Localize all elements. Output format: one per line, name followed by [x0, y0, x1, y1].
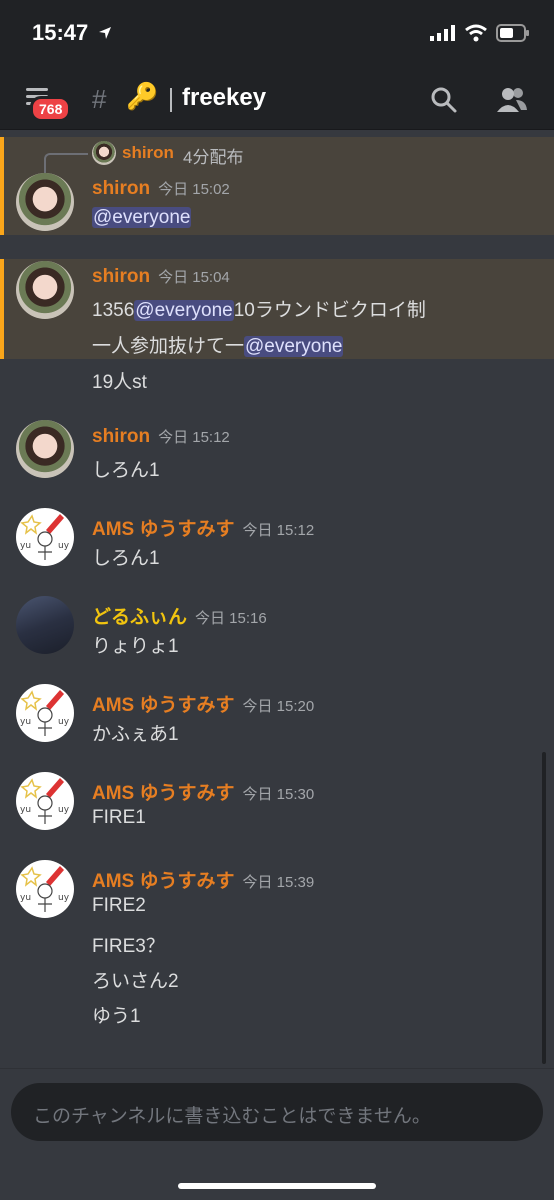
message-line: FIRE2	[92, 895, 146, 916]
message-line: しろん1	[92, 460, 160, 481]
timestamp: 今日 15:16	[195, 610, 267, 627]
ams-avatar-drawing: yu uy	[20, 514, 70, 560]
svg-text:yu: yu	[20, 541, 31, 551]
timestamp: 今日 15:30	[242, 786, 315, 803]
svg-text:uy: uy	[58, 893, 70, 903]
message-line: かふぇあ1	[92, 724, 179, 745]
status-bar: 15:47	[0, 0, 554, 70]
battery-icon	[496, 24, 529, 42]
mention[interactable]: @everyone	[244, 336, 344, 357]
message-header: shiron 今日 15:02	[92, 178, 230, 200]
message-line: ゆう1	[92, 1006, 141, 1027]
reply-avatar	[92, 141, 116, 165]
avatar[interactable]	[16, 173, 74, 231]
members-icon[interactable]	[496, 86, 528, 114]
reply-preview[interactable]: 4分配布	[183, 143, 243, 168]
message-line: りょりょ1	[92, 636, 179, 657]
scrollbar[interactable]	[542, 752, 546, 1064]
message-list[interactable]: shiron 4分配布 shiron 今日 15:02 @everyone shi…	[0, 131, 554, 1067]
message-line: FIRE1	[92, 807, 146, 828]
avatar[interactable]	[16, 596, 74, 654]
message-line: ろいさん2	[92, 971, 179, 992]
message-line: 一人参加抜けて一@everyone	[92, 331, 344, 358]
highlighted-message[interactable]	[0, 137, 554, 235]
timestamp: 今日 15:12	[158, 429, 230, 446]
message-header: shiron 今日 15:12	[92, 426, 230, 448]
message-header: shiron 今日 15:04	[92, 266, 230, 288]
avatar[interactable]: yu uy	[16, 860, 74, 918]
locked-channel-icon: #	[92, 84, 107, 114]
text: 一人参加抜けて一	[92, 336, 245, 357]
search-icon[interactable]	[430, 86, 458, 114]
avatar[interactable]: yu uy	[16, 772, 74, 830]
author-name[interactable]: shiron	[92, 266, 150, 287]
author-name[interactable]: AMS ゆうすみす	[92, 695, 235, 716]
message-header: AMS ゆうすみす 今日 15:20	[92, 690, 314, 717]
svg-text:uy: uy	[58, 805, 70, 815]
channel-name[interactable]: freekey	[182, 84, 266, 112]
message-header: AMS ゆうすみす 今日 15:12	[92, 514, 314, 541]
timestamp: 今日 15:39	[242, 874, 315, 891]
svg-text:yu: yu	[20, 893, 31, 903]
message-input[interactable]: このチャンネルに書き込むことはできません。	[11, 1083, 543, 1141]
svg-text:yu: yu	[20, 805, 31, 815]
channel-header: 768 # 🔑 freekey	[0, 70, 554, 130]
location-arrow-icon	[99, 27, 111, 39]
timestamp: 今日 15:12	[242, 522, 315, 539]
unread-badge: 768	[30, 96, 72, 122]
avatar[interactable]: yu uy	[16, 508, 74, 566]
text: 10ラウンドビクロイ制	[233, 300, 426, 321]
author-name[interactable]: shiron	[92, 426, 150, 447]
message-header: AMS ゆうすみす 今日 15:30	[92, 778, 314, 805]
author-name[interactable]: shiron	[92, 178, 150, 199]
channel-emoji: 🔑	[126, 82, 159, 112]
status-time: 15:47	[32, 20, 89, 45]
ams-avatar-drawing: yu uy	[20, 778, 70, 824]
message-line: @everyone	[92, 207, 192, 229]
message-header: どるふぃん 今日 15:16	[92, 602, 267, 629]
home-indicator[interactable]	[178, 1183, 376, 1189]
mention[interactable]: @everyone	[134, 300, 234, 321]
timestamp: 今日 15:04	[158, 269, 230, 286]
message-line: FIRE3？	[92, 936, 165, 957]
mention[interactable]: @everyone	[92, 207, 192, 228]
svg-text:yu: yu	[20, 717, 31, 727]
svg-text:uy: uy	[58, 717, 70, 727]
text: 1356	[92, 300, 135, 321]
composer-area: このチャンネルに書き込むことはできません。	[0, 1068, 554, 1200]
ams-avatar-drawing: yu uy	[20, 866, 70, 912]
signal-icon	[430, 25, 455, 41]
avatar[interactable]: yu uy	[16, 684, 74, 742]
input-placeholder: このチャンネルに書き込むことはできません。	[33, 1106, 431, 1127]
author-name[interactable]: AMS ゆうすみす	[92, 519, 235, 540]
reply-author[interactable]: shiron	[122, 143, 174, 163]
wifi-icon	[465, 24, 487, 42]
author-name[interactable]: AMS ゆうすみす	[92, 783, 235, 804]
timestamp: 今日 15:02	[158, 181, 230, 198]
message-line: 1356@everyone10ラウンドビクロイ制	[92, 295, 426, 322]
author-name[interactable]: どるふぃん	[92, 607, 187, 628]
message-line: しろん1	[92, 548, 160, 569]
message-line: 19人st	[92, 372, 147, 393]
avatar[interactable]	[16, 420, 74, 478]
author-name[interactable]: AMS ゆうすみす	[92, 871, 235, 892]
message-header: AMS ゆうすみす 今日 15:39	[92, 866, 314, 893]
header-divider	[170, 88, 172, 112]
ams-avatar-drawing: yu uy	[20, 690, 70, 736]
avatar[interactable]	[16, 261, 74, 319]
svg-text:uy: uy	[58, 541, 70, 551]
timestamp: 今日 15:20	[242, 698, 315, 715]
